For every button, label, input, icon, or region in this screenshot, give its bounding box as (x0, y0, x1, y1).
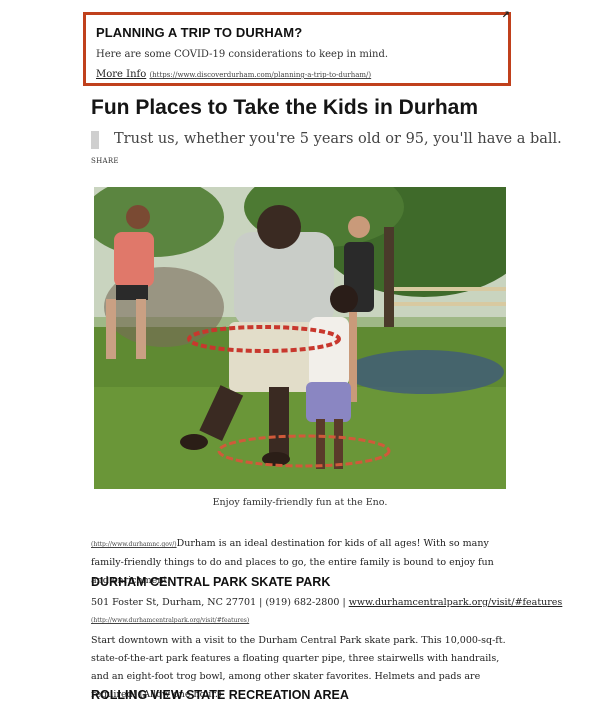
durham-gov-link[interactable]: (http://www.durhamnc.gov/) (91, 541, 177, 548)
article-subtitle: Trust us, whether you're 5 years old or … (114, 131, 562, 147)
hero-photo (94, 187, 506, 489)
skate-park-address-line: 501 Foster St, Durham, NC 27701 | (919) … (91, 597, 562, 608)
skate-park-url[interactable]: (http://www.durhamcentralpark.org/visit/… (91, 617, 249, 624)
page-title: Fun Places to Take the Kids in Durham (91, 96, 479, 119)
photo-caption: Enjoy family-friendly fun at the Eno. (212, 497, 388, 508)
quote-bar (91, 131, 99, 149)
skate-park-url-line: (http://www.durhamcentralpark.org/visit/… (91, 611, 511, 630)
share-button[interactable]: SHARE (91, 157, 119, 165)
more-info-url[interactable]: (https://www.discoverdurham.com/planning… (149, 71, 371, 79)
section-heading-skate-park: DURHAM CENTRAL PARK SKATE PARK (91, 575, 331, 589)
skate-park-website-link[interactable]: www.durhamcentralpark.org/visit/#feature… (349, 597, 563, 608)
family-hula-hoop-image (94, 187, 506, 489)
skate-park-address: 501 Foster St, Durham, NC 27701 | (919) … (91, 597, 349, 608)
alert-text: Here are some COVID-19 considerations to… (96, 49, 389, 60)
alert-link-row: More Info (https://www.discoverdurham.co… (96, 69, 371, 80)
alert-title: PLANNING A TRIP TO DURHAM? (96, 25, 303, 40)
more-info-link[interactable]: More Info (96, 69, 146, 80)
covid-alert-banner: ↗ PLANNING A TRIP TO DURHAM? Here are so… (83, 11, 511, 86)
external-link-icon[interactable]: ↗ (502, 11, 510, 21)
